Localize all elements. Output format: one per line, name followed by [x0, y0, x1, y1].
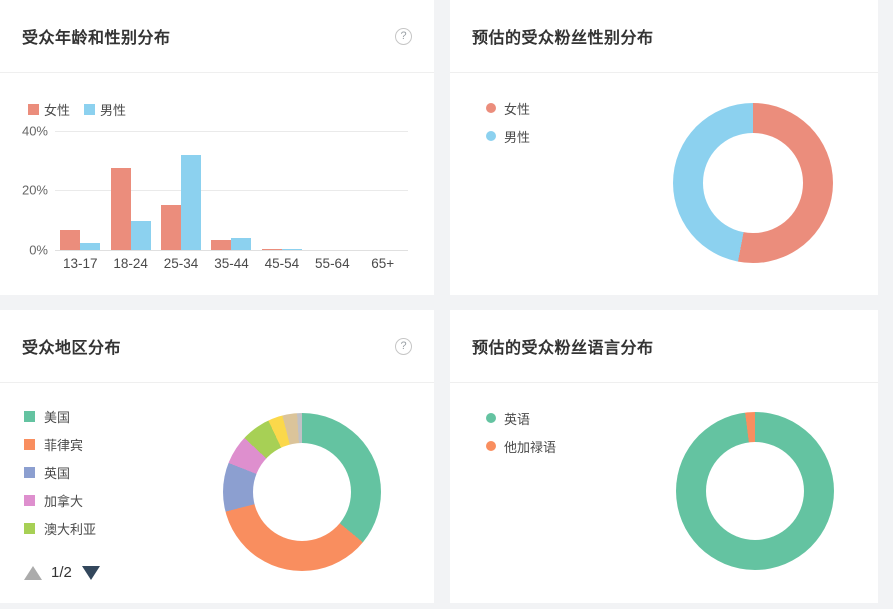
x-axis-label: 13-17	[62, 256, 98, 271]
legend-marker	[486, 441, 496, 451]
donut-hole	[253, 443, 351, 541]
bar-chart-legend: 女性 男性	[28, 100, 140, 119]
x-axis-label: 65+	[371, 256, 395, 271]
x-axis-label: 55-64	[315, 256, 350, 271]
page-up-icon[interactable]	[24, 565, 42, 580]
bar-group	[55, 131, 105, 250]
region-donut-chart	[223, 413, 381, 571]
legend-marker	[28, 104, 39, 115]
card-fan-gender: 预估的受众粉丝性别分布 女性男性	[450, 0, 878, 295]
card-age-gender-title: 受众年龄和性别分布	[22, 30, 171, 47]
legend-marker	[486, 131, 496, 141]
y-axis-tick: 40%	[21, 123, 48, 139]
legend-label: 澳大利亚	[44, 521, 97, 537]
bar-group	[105, 131, 155, 250]
legend-marker	[84, 104, 96, 115]
bar-男性	[80, 243, 101, 250]
legend-label: 英语	[504, 411, 531, 427]
legend-label: 加拿大	[44, 493, 84, 509]
bar-女性	[211, 240, 232, 250]
x-axis-label: 45-54	[264, 256, 300, 271]
legend-item: 菲律宾	[24, 436, 96, 453]
card-age-gender-header: 受众年龄和性别分布 ?	[0, 0, 434, 73]
bar-group	[257, 131, 307, 250]
language-donut-chart	[676, 412, 834, 570]
y-axis-tick: 20%	[21, 182, 48, 198]
card-region-header: 受众地区分布 ?	[0, 310, 434, 383]
legend-marker	[486, 413, 496, 423]
legend-label: 英国	[44, 465, 71, 481]
legend-item: 男性	[84, 100, 126, 119]
legend-item: 加拿大	[24, 492, 96, 509]
language-donut-legend: 英语 他加禄语	[486, 410, 556, 466]
card-region-title: 受众地区分布	[22, 340, 122, 357]
bar-女性	[60, 230, 81, 250]
legend-item: 他加禄语	[486, 438, 557, 455]
card-fan-gender-header: 预估的受众粉丝性别分布	[450, 0, 878, 73]
bar-group	[206, 131, 256, 250]
help-icon[interactable]: ?	[395, 337, 412, 355]
legend-marker	[24, 494, 35, 506]
bar-group	[358, 131, 408, 250]
pagination-label: 1/2	[51, 564, 72, 581]
bar-group	[156, 131, 206, 250]
card-language: 预估的受众粉丝语言分布 英语他加禄语	[450, 310, 878, 603]
donut-hole	[706, 442, 804, 540]
bar-男性	[231, 238, 252, 250]
gender-donut-legend: 女性 男性	[486, 100, 530, 156]
help-icon[interactable]: ?	[395, 27, 412, 45]
bar-group	[307, 131, 357, 250]
bar-女性	[261, 249, 282, 250]
bar-男性	[181, 155, 202, 250]
card-age-gender: 受众年龄和性别分布 ? 女性 男性 40% 20% 0% 13-17 18-24 25…	[0, 0, 434, 295]
legend-item: 女性	[486, 100, 531, 117]
bar-plot	[55, 131, 408, 250]
x-axis-labels: 13-17 18-24 25-34 35-44 45-54 55-64 65+	[55, 256, 408, 271]
legend-label: 女性	[44, 103, 71, 118]
card-language-header: 预估的受众粉丝语言分布	[450, 310, 878, 383]
x-axis-label: 25-34	[163, 256, 199, 271]
card-fan-gender-title: 预估的受众粉丝性别分布	[472, 30, 654, 47]
region-donut-legend: 美国菲律宾英国加拿大澳大利亚	[24, 408, 96, 548]
legend-item: 男性	[486, 128, 531, 145]
bar-女性	[161, 205, 182, 250]
legend-marker	[24, 466, 35, 478]
legend-marker	[486, 103, 496, 113]
legend-label: 女性	[504, 101, 531, 117]
y-axis-tick: 0%	[29, 242, 48, 258]
bar-女性	[110, 168, 131, 250]
donut-hole	[703, 133, 803, 233]
legend-label: 美国	[44, 409, 71, 425]
card-region: 受众地区分布 ? 美国菲律宾英国加拿大澳大利亚 1/2	[0, 310, 434, 603]
x-axis-label: 18-24	[113, 256, 148, 271]
legend-marker	[24, 522, 35, 534]
legend-pagination: 1/2	[24, 564, 100, 581]
x-axis-label: 35-44	[214, 256, 249, 271]
legend-item: 英语	[486, 410, 556, 427]
legend-label: 男性	[504, 129, 531, 145]
legend-item: 澳大利亚	[24, 520, 97, 537]
legend-item: 美国	[24, 408, 96, 425]
legend-label: 男性	[100, 103, 127, 118]
card-language-title: 预估的受众粉丝语言分布	[472, 340, 654, 357]
page-down-icon[interactable]	[81, 565, 100, 580]
legend-item: 女性	[28, 100, 70, 119]
legend-item: 英国	[24, 464, 96, 481]
bar-男性	[130, 221, 151, 250]
legend-label: 菲律宾	[44, 437, 84, 453]
legend-label: 他加禄语	[504, 439, 557, 455]
x-axis-line	[55, 250, 408, 251]
gender-donut-chart	[673, 103, 833, 263]
bar-男性	[281, 249, 302, 250]
legend-marker	[24, 438, 35, 450]
legend-marker	[24, 410, 35, 422]
